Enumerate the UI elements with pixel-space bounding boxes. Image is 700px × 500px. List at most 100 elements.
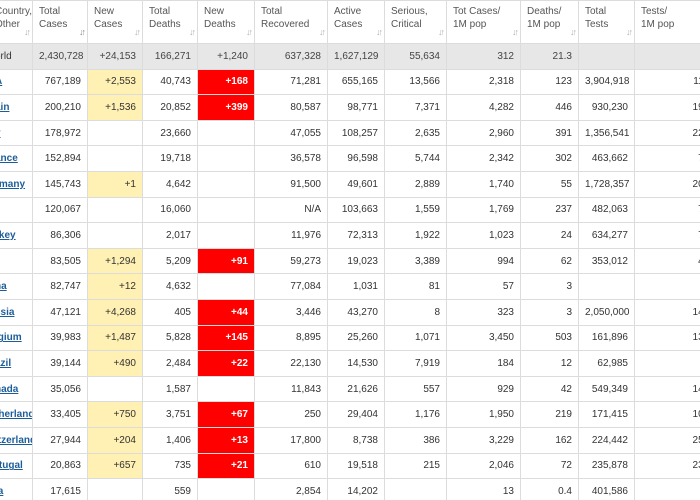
active-cases-cell: 25,260 <box>327 324 385 352</box>
column-header[interactable]: Total Tests ↓↑ <box>578 0 635 44</box>
country-row: ance 152,894 19,718 36,57896,5985,7442,3423… <box>0 145 700 172</box>
country-cell: y <box>0 119 33 147</box>
column-header[interactable]: New Cases ↓↑ <box>87 0 143 44</box>
total-recovered-cell: 17,800 <box>254 426 328 454</box>
sort-icon[interactable]: ↓↑ <box>438 26 445 39</box>
sort-icon[interactable]: ↓↑ <box>246 26 253 39</box>
column-header-label: Total Deaths <box>149 6 181 30</box>
column-header-label: Deaths/1M pop <box>527 6 562 30</box>
total-deaths-cell: 1,587 <box>142 375 198 403</box>
new-cases-cell: +2,553 <box>87 68 143 96</box>
cases-per-million-cell: 3,229 <box>446 426 521 454</box>
deaths-per-million-cell: 72 <box>520 452 579 480</box>
column-header-label: New Deaths <box>204 6 236 30</box>
country-link[interactable]: ia <box>0 486 3 497</box>
total-tests-cell: 3,904,918 <box>578 68 635 96</box>
country-row: na 82,747+124,632 77,0841,03181573 <box>0 273 700 300</box>
stats-table-viewport: Country,Other↓↑TotalCases↓↑NewCases↓↑Tot… <box>0 0 700 500</box>
total-tests-cell: 463,662 <box>578 145 635 172</box>
tests-per-million-cell: 19,8 <box>634 94 700 121</box>
new-deaths-cell <box>197 222 255 249</box>
country-row: rkey 86,306 2,017 11,97672,3131,9221,023246… <box>0 222 700 249</box>
active-cases-cell: 14,530 <box>327 350 385 377</box>
country-row: A 767,189+2,55340,743+16871,281655,16513,… <box>0 68 700 96</box>
total-cases-cell: 47,121 <box>32 298 88 326</box>
total-deaths-cell: 2,484 <box>142 350 198 377</box>
active-cases-cell: 43,270 <box>327 298 385 326</box>
column-header[interactable]: Deaths/1M pop ↓↑ <box>520 0 579 44</box>
country-link[interactable]: therlands <box>0 409 32 420</box>
total-cases-cell: 152,894 <box>32 145 88 172</box>
column-header-label: Tests/1M pop <box>641 6 675 30</box>
country-link[interactable]: itzerland <box>0 435 32 446</box>
serious-critical-cell: 1,559 <box>384 196 447 224</box>
total-cases-cell: 145,743 <box>32 170 88 198</box>
deaths-per-million-cell: 24 <box>520 222 579 249</box>
tests-per-million-cell: 7,5 <box>634 222 700 249</box>
sort-icon[interactable]: ↓↑ <box>134 26 141 39</box>
country-link[interactable]: azil <box>0 358 11 369</box>
total-recovered-cell: 59,273 <box>254 247 328 275</box>
country-link[interactable]: ssia <box>0 307 14 318</box>
active-cases-cell: 96,598 <box>327 145 385 172</box>
column-header[interactable]: Active Cases ↓↑ <box>327 0 385 44</box>
column-header[interactable]: New Deaths ↓↑ <box>197 0 255 44</box>
sort-icon[interactable]: ↓↑ <box>376 26 383 39</box>
country-link[interactable]: A <box>0 76 2 87</box>
serious-critical-cell: 386 <box>384 426 447 454</box>
deaths-per-million-cell: 62 <box>520 247 579 275</box>
tests-per-million-cell: 22,4 <box>634 119 700 147</box>
serious-critical-cell: 2,889 <box>384 170 447 198</box>
total-cases-cell: 27,944 <box>32 426 88 454</box>
new-cases-cell <box>87 145 143 172</box>
active-cases-cell: 29,404 <box>327 401 385 428</box>
country-link[interactable]: rtugal <box>0 460 23 471</box>
column-header[interactable]: Tot Cases/1M pop ↓↑ <box>446 0 521 44</box>
total-cases-cell: 200,210 <box>32 94 88 121</box>
country-row: 83,505 +1,294 5,209 +91 59,273 19,023 3,389 994… <box>0 247 700 275</box>
cases-per-million-cell: 1,740 <box>446 170 521 198</box>
sort-icon[interactable]: ↓↑ <box>512 26 519 39</box>
column-header[interactable]: Tests/1M pop↓↑ <box>634 0 700 44</box>
country-link[interactable]: y <box>0 128 1 139</box>
country-row: y 178,972 23,660 47,055108,2572,6352,960391… <box>0 119 700 147</box>
sort-desc-icon[interactable]: ↓↑ <box>79 26 86 39</box>
new-cases-cell: +1 <box>87 170 143 198</box>
sort-icon[interactable]: ↓↑ <box>319 26 326 39</box>
column-header[interactable]: Total Recovered ↓↑ <box>254 0 328 44</box>
country-row: rtugal 20,863+657735+2161019,5182152,0467… <box>0 452 700 480</box>
column-header[interactable]: Country,Other↓↑ <box>0 0 33 44</box>
column-header[interactable]: Total Cases ↓↑ <box>32 0 88 44</box>
country-link[interactable]: rmany <box>0 179 25 190</box>
country-link[interactable]: nada <box>0 384 18 395</box>
total-deaths-cell: 23,660 <box>142 119 198 147</box>
country-link[interactable]: ance <box>0 153 18 164</box>
new-deaths-cell <box>197 273 255 300</box>
new-cases-cell <box>87 478 143 500</box>
sort-icon[interactable]: ↓↑ <box>189 26 196 39</box>
country-link[interactable]: ain <box>0 102 9 113</box>
deaths-per-million-cell: 446 <box>520 94 579 121</box>
sort-icon[interactable]: ↓↑ <box>626 26 633 39</box>
country-row: ssia 47,121+4,268405+443,44643,270832332,… <box>0 298 700 326</box>
total-recovered-cell: 71,281 <box>254 68 328 96</box>
sort-icon[interactable]: ↓↑ <box>570 26 577 39</box>
country-cell: rkey <box>0 222 33 249</box>
column-header[interactable]: Total Deaths ↓↑ <box>142 0 198 44</box>
column-header-label: New Cases <box>94 6 123 30</box>
new-cases-cell: +4,268 <box>87 298 143 326</box>
cases-per-million-cell: 2,342 <box>446 145 521 172</box>
country-cell: na <box>0 273 33 300</box>
sort-icon[interactable]: ↓↑ <box>24 26 31 39</box>
country-link[interactable]: rkey <box>0 230 16 241</box>
country-link[interactable]: lgium <box>0 332 22 343</box>
total-cases-cell: 33,405 <box>32 401 88 428</box>
country-row: itzerland27,944+2041,406+1317,8008,73838… <box>0 426 700 454</box>
new-cases-cell: +204 <box>87 426 143 454</box>
active-cases-cell: 19,023 <box>327 247 385 275</box>
cases-per-million-cell: 2,046 <box>446 452 521 480</box>
column-header[interactable]: Serious, Critical ↓↑ <box>384 0 447 44</box>
new-deaths-cell <box>197 196 255 224</box>
country-cell: itzerland <box>0 426 33 454</box>
country-link[interactable]: na <box>0 281 7 292</box>
